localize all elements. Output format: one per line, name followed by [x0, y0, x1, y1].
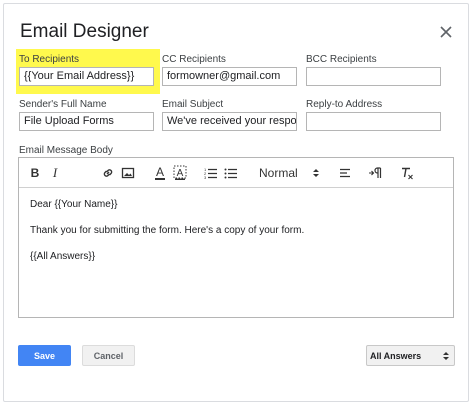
text-direction-icon[interactable]: [368, 165, 384, 181]
close-icon[interactable]: [437, 23, 455, 41]
cancel-button[interactable]: Cancel: [82, 345, 135, 366]
email-subject-input[interactable]: We've received your respose: [162, 112, 297, 131]
clear-formatting-icon[interactable]: [399, 165, 415, 181]
message-body-line: Thank you for submitting the form. Here'…: [30, 225, 305, 236]
svg-text:3: 3: [204, 175, 207, 180]
sender-full-name-label: Sender's Full Name: [19, 99, 107, 110]
background-color-icon[interactable]: A: [172, 165, 188, 181]
image-icon[interactable]: [120, 165, 136, 181]
svg-text:A: A: [177, 168, 184, 179]
text-color-icon[interactable]: A: [152, 165, 168, 181]
sender-full-name-input[interactable]: File Upload Forms: [19, 112, 154, 131]
updown-chevron-icon: [312, 167, 320, 182]
editor-toolbar: B I A A 123 Normal: [19, 158, 453, 188]
to-recipients-input[interactable]: {{Your Email Address}}: [19, 67, 154, 86]
save-button[interactable]: Save: [18, 345, 71, 366]
email-subject-label: Email Subject: [162, 99, 224, 110]
insert-field-select[interactable]: All Answers: [366, 345, 455, 366]
format-select-value: Normal: [259, 166, 298, 180]
message-body-label: Email Message Body: [19, 145, 113, 156]
link-icon[interactable]: [100, 165, 116, 181]
reply-to-address-input[interactable]: [306, 112, 441, 131]
insert-field-select-value: All Answers: [370, 351, 422, 361]
numbered-list-icon[interactable]: 123: [203, 165, 219, 181]
reply-to-address-label: Reply-to Address: [306, 99, 383, 110]
bcc-recipients-label: BCC Recipients: [306, 54, 377, 65]
bold-icon[interactable]: B: [27, 165, 43, 181]
bulleted-list-icon[interactable]: [223, 165, 239, 181]
message-body-editor[interactable]: B I A A 123 Normal Dear {{Your Name}} Th…: [18, 157, 454, 318]
format-select[interactable]: Normal: [255, 165, 335, 181]
bcc-recipients-input[interactable]: [306, 67, 441, 86]
message-body-line: Dear {{Your Name}}: [30, 199, 118, 210]
align-icon[interactable]: [337, 165, 353, 181]
updown-chevron-icon: [442, 350, 450, 364]
cc-recipients-label: CC Recipients: [162, 54, 226, 65]
svg-text:A: A: [156, 165, 164, 179]
to-recipients-label: To Recipients: [19, 54, 80, 65]
message-body-line: {{All Answers}}: [30, 251, 96, 262]
cc-recipients-input[interactable]: formowner@gmail.com: [162, 67, 297, 86]
italic-icon[interactable]: I: [47, 165, 63, 181]
dialog-title: Email Designer: [20, 21, 149, 42]
